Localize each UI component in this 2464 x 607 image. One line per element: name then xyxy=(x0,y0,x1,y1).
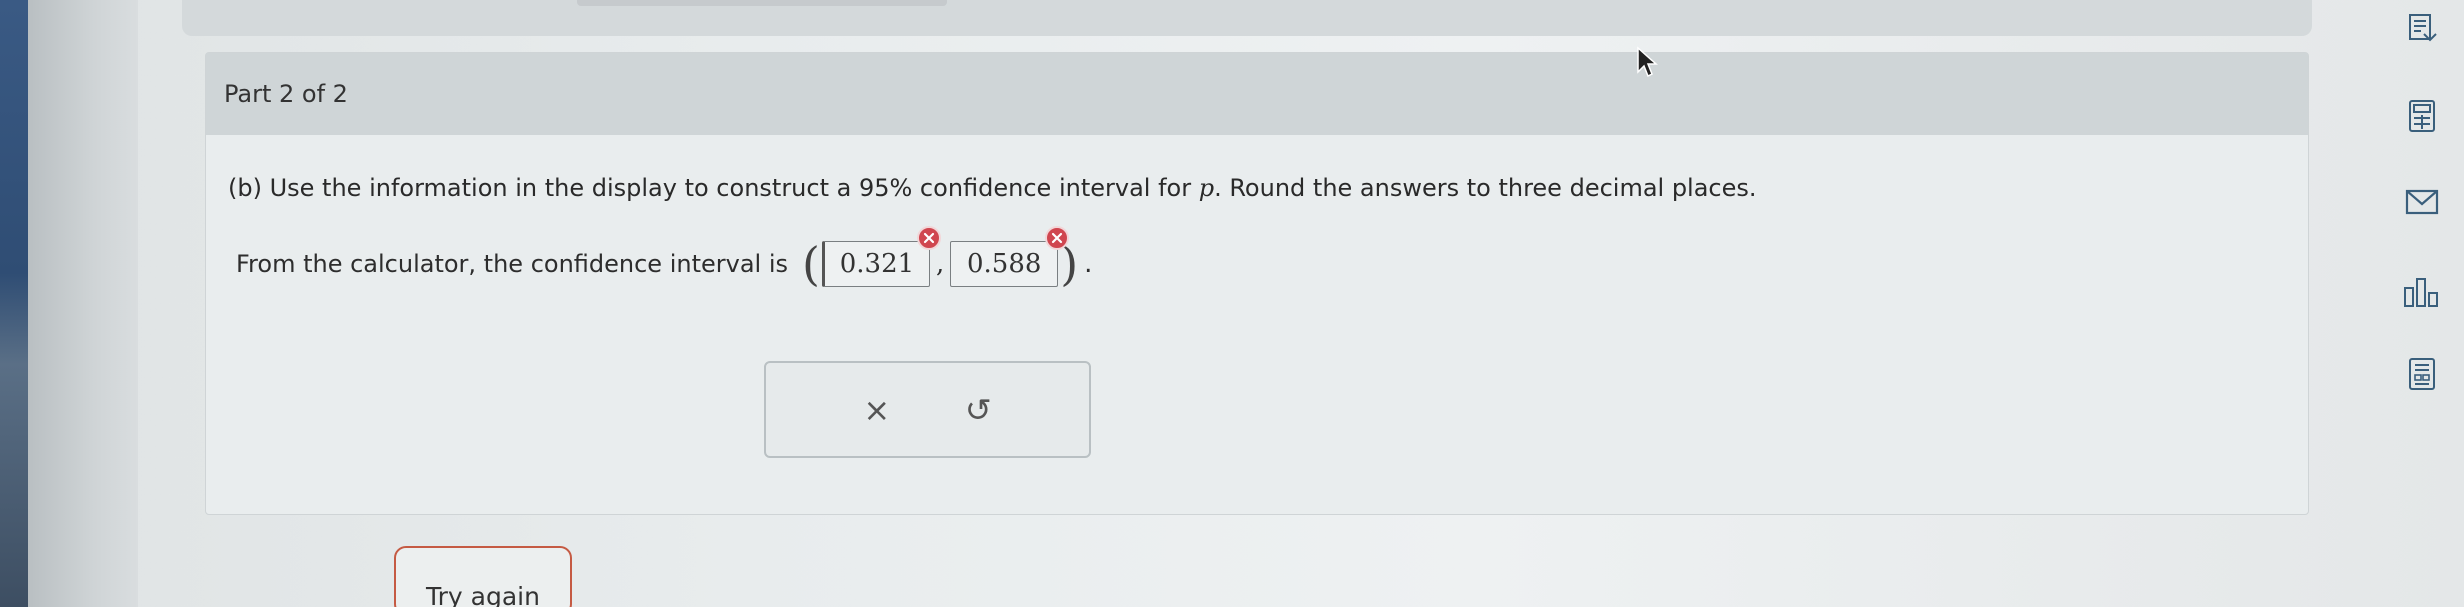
part-label: Part 2 of 2 xyxy=(224,80,348,108)
mail-icon[interactable] xyxy=(2402,182,2442,222)
calculator-icon[interactable] xyxy=(2402,96,2442,136)
lower-bound-error-icon xyxy=(916,226,941,250)
previous-part-panel xyxy=(182,0,2312,36)
clear-icon: × xyxy=(863,390,891,429)
readout-icon[interactable] xyxy=(2402,8,2442,48)
answer-actions: × ↺ xyxy=(764,361,1091,458)
question-prefix: (b) Use the information in the display t… xyxy=(228,174,1199,202)
try-again-button[interactable]: Try again xyxy=(394,546,572,607)
sentence-period: . xyxy=(1084,249,1093,279)
part-header: Part 2 of 2 xyxy=(206,53,2308,135)
upper-bound-wrapper: 0.588 xyxy=(950,226,1070,287)
upper-bound-input[interactable]: 0.588 xyxy=(950,241,1059,287)
chart-icon[interactable] xyxy=(2402,272,2442,312)
tool-rail xyxy=(2380,0,2464,607)
interval-answer-row: From the calculator, the confidence inte… xyxy=(236,226,1093,291)
lower-bound-wrapper: 0.321 xyxy=(821,226,941,287)
question-variable: p xyxy=(1198,174,1215,202)
clear-button[interactable]: × xyxy=(853,386,901,434)
reference-sheet-icon[interactable] xyxy=(2402,354,2442,394)
interval-prefix: From the calculator, the confidence inte… xyxy=(236,250,788,278)
question-card: Part 2 of 2 (b) Use the information in t… xyxy=(205,52,2309,515)
left-gutter xyxy=(28,0,138,607)
question-text: (b) Use the information in the display t… xyxy=(228,174,1757,202)
mouse-pointer-icon xyxy=(1636,46,1658,82)
comma-separator: , xyxy=(935,249,945,279)
undo-icon: ↺ xyxy=(964,390,992,429)
question-suffix: . Round the answers to three decimal pla… xyxy=(1214,174,1757,202)
undo-button[interactable]: ↺ xyxy=(954,386,1002,434)
lower-bound-input[interactable]: 0.321 xyxy=(821,241,930,287)
screen-bezel xyxy=(0,0,28,607)
open-paren: ( xyxy=(802,237,820,291)
previous-part-tab xyxy=(577,0,947,6)
